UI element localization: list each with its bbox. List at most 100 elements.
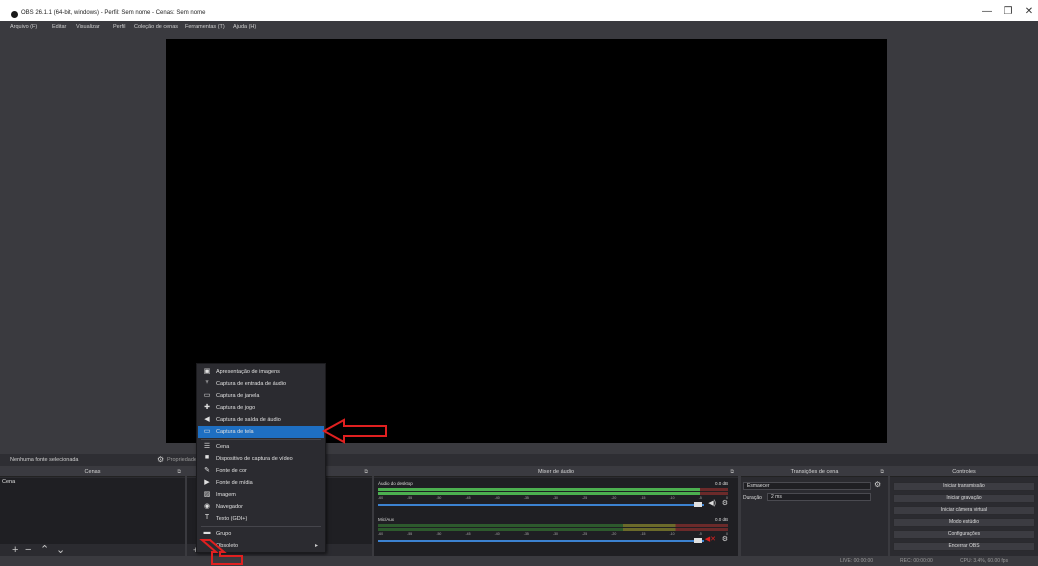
meter-tick-label: -50 — [436, 496, 442, 500]
scenes-header: Cenas ⧉ — [0, 468, 185, 477]
meter-tick-label: -15 — [640, 532, 646, 536]
menu-tools[interactable]: Ferramentas (T) — [185, 24, 225, 30]
menu-view[interactable]: Visualizar — [76, 24, 100, 30]
transitions-title: Transições de cena — [790, 469, 839, 475]
window-icon: ▭ — [203, 392, 211, 399]
undock-icon[interactable]: ⧉ — [880, 469, 884, 475]
menu-item[interactable]: ✚ Captura de jogo — [198, 402, 324, 414]
start-virtual-camera-button[interactable]: Iniciar câmera virtual — [893, 506, 1035, 515]
annotation-arrow-right — [322, 418, 387, 444]
meter-tick-label: -55 — [407, 496, 413, 500]
meter-tick-label: -30 — [552, 496, 558, 500]
volume-slider[interactable] — [378, 540, 704, 542]
menu-item[interactable]: ■ Dispositivo de captura de vídeo — [198, 453, 324, 465]
audio-mixer-dock: Mixer de áudio ⧉ Áudio do desktop 0.0 dB… — [374, 468, 738, 556]
meter-tick-label: -10 — [669, 496, 675, 500]
menu-item[interactable]: ▣ Apresentação de imagens — [198, 366, 324, 378]
duration-input[interactable]: 2 ms — [767, 493, 871, 501]
scenes-title: Cenas — [84, 469, 101, 475]
properties-button[interactable]: Propriedades — [167, 457, 200, 463]
undock-icon[interactable]: ⧉ — [177, 469, 181, 475]
scene-item[interactable]: Cena — [2, 479, 15, 485]
menu-item[interactable]: ◉ Navegador — [198, 501, 324, 513]
menu-item[interactable]: ☰ Cena — [198, 441, 324, 453]
menu-item-label: Fonte de cor — [216, 468, 247, 474]
meter-tick-label: -45 — [465, 496, 471, 500]
move-down-icon[interactable]: ⌄ — [56, 544, 65, 556]
close-button[interactable]: ✕ — [1023, 6, 1035, 17]
menu-item-label: Fonte de mídia — [216, 480, 253, 486]
annotation-arrow-up — [199, 539, 243, 565]
start-recording-button[interactable]: Iniciar gravação — [893, 494, 1035, 503]
slideshow-icon: ▣ — [203, 368, 211, 375]
speaker-icon[interactable]: ◀) — [708, 499, 716, 507]
gear-icon[interactable]: ⚙ — [874, 480, 881, 489]
meter-tick-label: -35 — [523, 496, 529, 500]
menu-item[interactable]: ▶ Fonte de mídia — [198, 477, 324, 489]
meter-tick-label: -10 — [669, 532, 675, 536]
transitions-dock: Transições de cena ⧉ Esmaecer ⚙ Duração … — [741, 468, 888, 556]
maximize-button[interactable]: ❐ — [1002, 6, 1014, 17]
menu-bar: Arquivo (F) Editar Visualizar Perfil Col… — [0, 21, 1038, 33]
meter-level — [378, 488, 700, 491]
controls-header: Controles — [890, 468, 1038, 477]
undock-icon[interactable]: ⧉ — [730, 469, 734, 475]
menu-profile[interactable]: Perfil — [113, 24, 126, 30]
menu-item[interactable]: T Texto (GDI+) — [198, 513, 324, 525]
add-scene-icon[interactable]: + — [12, 544, 18, 556]
volume-slider-handle[interactable] — [694, 502, 702, 507]
source-toolbar: Nenhuma fonte selecionada ⚙ Propriedades — [0, 454, 1038, 466]
menu-item[interactable]: ▭ Captura de janela — [198, 390, 324, 402]
meter-tick-label: -60 — [378, 496, 384, 500]
studio-mode-button[interactable]: Modo estúdio — [893, 518, 1035, 527]
channel-db: 0.0 dB — [714, 481, 728, 486]
add-source-context-menu: ▣ Apresentação de imagens ♆ Captura de entr… — [196, 363, 326, 553]
no-source-label: Nenhuma fonte selecionada — [10, 457, 79, 463]
globe-icon: ◉ — [203, 503, 211, 510]
menu-edit[interactable]: Editar — [52, 24, 66, 30]
gear-icon[interactable]: ⚙ — [157, 455, 164, 464]
move-up-icon[interactable]: ⌃ — [40, 544, 49, 556]
scenes-dock: Cenas ⧉ Cena + − ⌃ ⌄ — [0, 468, 185, 556]
menu-item[interactable]: ◀ Captura de saída de áudio — [198, 414, 324, 426]
menu-item[interactable]: ▭ Captura de tela — [198, 426, 324, 438]
transitions-header: Transições de cena ⧉ — [741, 468, 888, 477]
volume-slider-handle[interactable] — [694, 538, 702, 543]
volume-slider[interactable] — [378, 504, 704, 506]
menu-item[interactable]: ♆ Captura de entrada de áudio — [198, 378, 324, 390]
scenes-list[interactable]: Cena — [0, 478, 185, 544]
undock-icon[interactable]: ⧉ — [364, 469, 368, 475]
menu-item[interactable]: ▨ Imagem — [198, 489, 324, 501]
transition-select[interactable]: Esmaecer — [743, 482, 871, 490]
menu-item-label: Grupo — [216, 531, 232, 537]
menu-item-label: Captura de jogo — [216, 405, 256, 411]
menu-separator — [201, 439, 321, 440]
window-titlebar: OBS 26.1.1 (64-bit, windows) - Perfil: S… — [0, 0, 1038, 21]
remove-scene-icon[interactable]: − — [25, 544, 31, 556]
folder-icon: ▬ — [203, 529, 211, 536]
cpu-status: CPU: 3.4%, 60.00 fps — [960, 558, 1009, 564]
menu-item-label: Cena — [216, 444, 230, 450]
image-icon: ▨ — [203, 491, 211, 498]
gear-icon[interactable]: ⚙ — [722, 499, 728, 507]
meter-tick-label: -20 — [611, 496, 617, 500]
menu-scene-collection[interactable]: Coleção de cenas — [134, 24, 178, 30]
channel-name: Mic/Aux — [378, 517, 395, 522]
menu-file[interactable]: Arquivo (F) — [10, 24, 37, 30]
meter-tick-label: -35 — [523, 532, 529, 536]
menu-help[interactable]: Ajuda (H) — [233, 24, 256, 30]
exit-button[interactable]: Encerrar OBS — [893, 542, 1035, 551]
window-title: OBS 26.1.1 (64-bit, windows) - Perfil: S… — [21, 10, 206, 16]
gear-icon[interactable]: ⚙ — [722, 535, 728, 543]
rec-status: REC: 00:00:00 — [900, 558, 933, 564]
muted-speaker-icon[interactable]: ◀✕ — [705, 535, 716, 543]
meter-tick-label: -5 — [698, 532, 702, 536]
camera-icon: ■ — [204, 454, 210, 461]
menu-item-label: Navegador — [216, 504, 243, 510]
start-streaming-button[interactable]: Iniciar transmissão — [893, 482, 1035, 491]
duration-label: Duração — [743, 495, 762, 501]
settings-button[interactable]: Configurações — [893, 530, 1035, 539]
minimize-button[interactable]: — — [981, 6, 993, 17]
scenes-toolbar: + − ⌃ ⌄ — [0, 544, 185, 556]
menu-item[interactable]: ✎ Fonte de cor — [198, 465, 324, 477]
